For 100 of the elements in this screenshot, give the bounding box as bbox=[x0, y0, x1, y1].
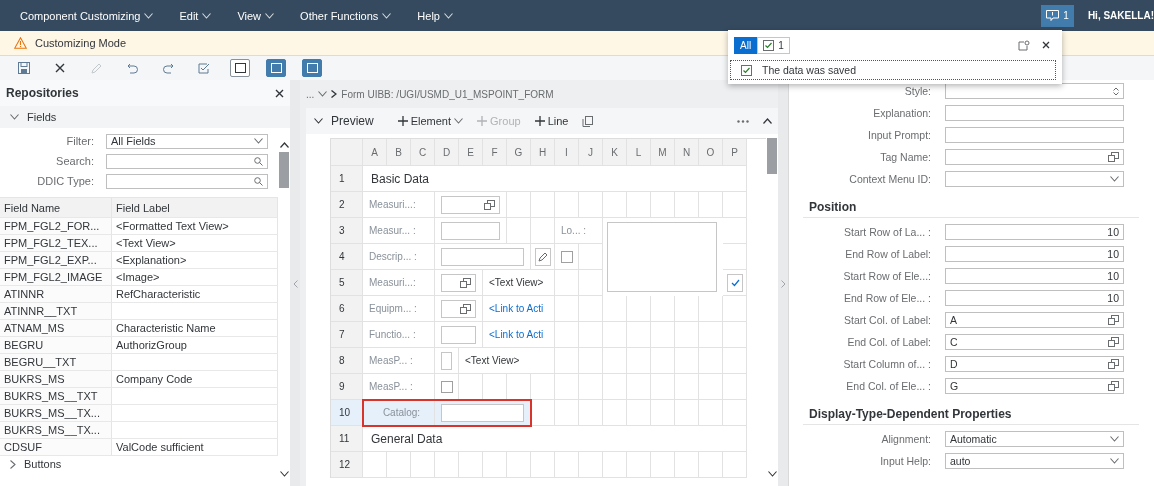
row-number: 11 bbox=[331, 426, 363, 452]
menu-item[interactable]: View bbox=[237, 9, 275, 22]
notification-button[interactable]: 1 bbox=[1041, 4, 1074, 27]
text-view: <Text View> bbox=[488, 277, 544, 288]
input-field[interactable] bbox=[945, 127, 1124, 143]
grid-cell bbox=[651, 374, 675, 400]
grid-cell bbox=[627, 374, 651, 400]
filter-button[interactable]: 1 bbox=[757, 36, 790, 54]
label-cell: Catalog: bbox=[363, 400, 435, 426]
checkbox[interactable] bbox=[561, 250, 573, 263]
collapse-right-icon[interactable] bbox=[780, 279, 786, 288]
input-field[interactable]: D bbox=[945, 356, 1124, 372]
input-field[interactable]: G bbox=[945, 378, 1124, 394]
input-field[interactable]: 10 bbox=[945, 290, 1124, 306]
link[interactable]: <Link to Acti bbox=[483, 303, 544, 314]
menu-item[interactable]: Help bbox=[417, 9, 453, 22]
value-help-icon[interactable] bbox=[1108, 315, 1119, 325]
value-help-icon[interactable] bbox=[460, 277, 471, 288]
grid-cell bbox=[483, 452, 507, 478]
table-cell: <Text View> bbox=[112, 235, 278, 252]
toolbar-action[interactable]: Element bbox=[397, 115, 464, 127]
input-field[interactable] bbox=[441, 403, 524, 422]
text-view: <Text View> bbox=[464, 355, 520, 366]
user-greeting[interactable]: Hi, SAKELLA! bbox=[1087, 10, 1154, 21]
success-icon bbox=[763, 39, 775, 51]
table-cell: <Formatted Text View> bbox=[112, 218, 278, 235]
grid-cell bbox=[363, 452, 387, 478]
dropdown[interactable] bbox=[945, 171, 1124, 187]
input-field[interactable] bbox=[441, 351, 452, 370]
input-field[interactable] bbox=[441, 273, 476, 292]
input-field[interactable] bbox=[441, 221, 500, 240]
column-header: H bbox=[531, 139, 555, 166]
table-cell: BUKRS_MS bbox=[0, 371, 112, 388]
input-field[interactable] bbox=[441, 325, 476, 344]
input-field[interactable] bbox=[441, 299, 476, 318]
input-field[interactable]: 10 bbox=[945, 224, 1124, 240]
row-number: 10 bbox=[331, 400, 363, 426]
preview-toggle[interactable]: Preview bbox=[314, 114, 374, 128]
grid-cell bbox=[627, 400, 651, 426]
input-field[interactable] bbox=[441, 195, 500, 214]
input-field[interactable] bbox=[945, 149, 1124, 165]
value-help-icon[interactable] bbox=[1108, 381, 1119, 391]
input-field[interactable]: A bbox=[945, 312, 1124, 328]
section-toggle[interactable]: Fields bbox=[0, 106, 290, 128]
grid-cell bbox=[627, 452, 651, 478]
grid-cell bbox=[723, 322, 747, 348]
scroll-thumb[interactable] bbox=[767, 138, 777, 174]
property-label: End Row of Ele... : bbox=[843, 292, 931, 304]
grid-cell bbox=[579, 348, 603, 374]
grid-cell bbox=[675, 348, 699, 374]
value-help-icon[interactable] bbox=[1108, 152, 1119, 162]
text-area[interactable] bbox=[607, 222, 717, 292]
input-field[interactable]: 10 bbox=[945, 246, 1124, 262]
property-label: Alignment: bbox=[880, 433, 931, 445]
table-cell: <Explanation> bbox=[112, 252, 278, 269]
value-help-icon[interactable] bbox=[1108, 337, 1119, 347]
dropdown[interactable]: auto bbox=[945, 453, 1124, 469]
caret-icon bbox=[254, 138, 263, 144]
row-number: 5 bbox=[331, 270, 363, 296]
layout-button[interactable] bbox=[230, 59, 250, 77]
row-number: 2 bbox=[331, 192, 363, 218]
chevron-icon bbox=[10, 114, 19, 120]
search-field[interactable] bbox=[106, 153, 268, 169]
link[interactable]: <Link to Acti bbox=[483, 329, 544, 340]
value-help-icon[interactable] bbox=[460, 303, 471, 314]
message-item[interactable]: The data was saved bbox=[730, 60, 1056, 80]
style-dropdown[interactable] bbox=[945, 83, 1124, 99]
menu-item[interactable]: Component Customizing bbox=[20, 9, 154, 22]
undo-icon bbox=[126, 62, 138, 74]
grid-cell bbox=[699, 296, 723, 322]
collapse-left-icon[interactable] bbox=[292, 279, 298, 288]
toolbar-action[interactable]: Line bbox=[534, 115, 569, 127]
caret-icon bbox=[382, 12, 392, 19]
dropdown[interactable]: Automatic bbox=[945, 431, 1124, 447]
search-field[interactable] bbox=[106, 173, 268, 189]
column-header: K bbox=[603, 139, 627, 166]
scroll-thumb[interactable] bbox=[279, 152, 289, 188]
table-cell: Company Code bbox=[112, 371, 278, 388]
input-field[interactable] bbox=[441, 247, 524, 266]
menu-item[interactable]: Edit bbox=[179, 9, 212, 22]
column-header: A bbox=[363, 139, 387, 166]
grid-cell bbox=[675, 452, 699, 478]
checkbox[interactable] bbox=[441, 380, 453, 393]
grid-cell bbox=[603, 296, 627, 322]
input-field[interactable]: C bbox=[945, 334, 1124, 350]
more-icon[interactable] bbox=[737, 119, 749, 123]
chevron-icon bbox=[331, 90, 338, 98]
close-button[interactable] bbox=[275, 88, 284, 98]
input-field[interactable]: 10 bbox=[945, 268, 1124, 284]
copy-icon[interactable] bbox=[582, 115, 594, 127]
value-help-icon[interactable] bbox=[1108, 359, 1119, 369]
value-help-icon[interactable] bbox=[484, 199, 495, 210]
grid-cell bbox=[387, 452, 411, 478]
menu-item[interactable]: Other Functions bbox=[300, 9, 392, 22]
row-number: 4 bbox=[331, 244, 363, 270]
input-field[interactable] bbox=[945, 105, 1124, 121]
chevron-icon bbox=[314, 118, 323, 124]
filter-dropdown[interactable]: All Fields bbox=[106, 133, 268, 149]
breadcrumb-overflow[interactable]: ... bbox=[306, 88, 315, 100]
filter-button[interactable]: All bbox=[734, 36, 758, 54]
